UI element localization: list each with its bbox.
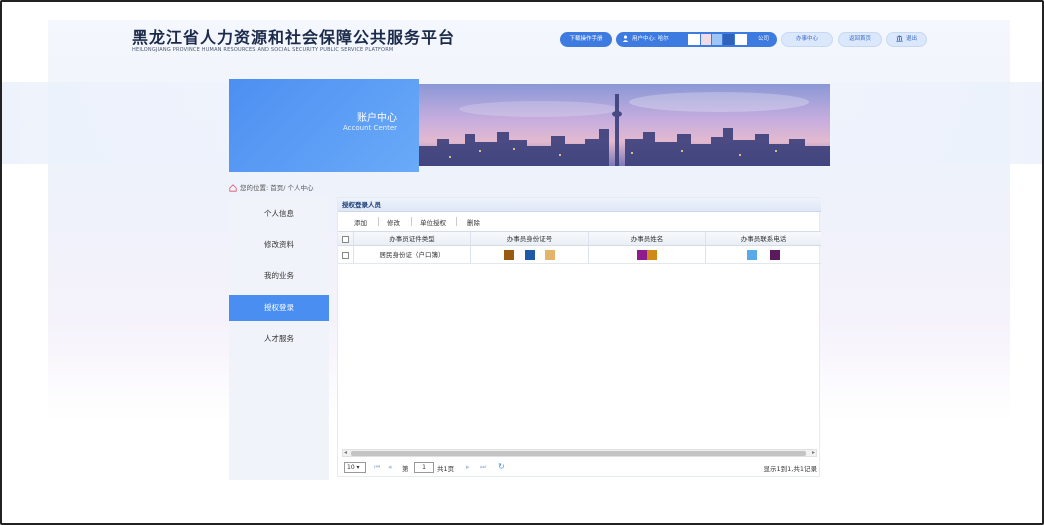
sidebar-item-my-business[interactable]: 我的业务	[229, 263, 329, 289]
scroll-right-icon[interactable]: ▸	[812, 449, 815, 456]
column-header-name[interactable]: 办事员姓名	[589, 232, 706, 245]
column-header-id-number[interactable]: 办事员身份证号	[471, 232, 589, 245]
page-label-pre: 第	[402, 465, 409, 473]
redacted-swatch	[647, 250, 657, 260]
city-skyline-image	[419, 84, 830, 166]
logout-button[interactable]: 退出	[886, 32, 927, 47]
user-center-button[interactable]: 用户中心: 哈尔 公司	[616, 32, 777, 47]
redacted-block	[723, 34, 734, 45]
redacted-swatch	[637, 250, 647, 260]
banner-title-cn: 账户中心	[357, 113, 397, 124]
breadcrumb-text: 您的位置: 首页/ 个人中心	[240, 184, 314, 192]
edit-button[interactable]: 修改	[387, 217, 400, 227]
first-page-icon[interactable]: ⏮	[374, 463, 380, 472]
breadcrumb: 您的位置: 首页/ 个人中心	[229, 182, 314, 192]
bank-icon	[896, 35, 903, 42]
scroll-left-icon[interactable]: ◂	[344, 449, 347, 456]
redacted-block	[701, 34, 711, 45]
toolbar: 添加 修改 单位授权 删除	[338, 215, 821, 227]
select-all-cell	[338, 232, 354, 245]
next-page-icon[interactable]: ▸	[466, 463, 470, 471]
user-center-label: 用户中心: 哈尔	[632, 36, 669, 42]
refresh-icon[interactable]: ↻	[498, 462, 505, 471]
sidebar: 个人信息 修改资料 我的业务 授权登录 人才服务	[229, 197, 329, 480]
page-label-post: 共1页	[437, 465, 455, 473]
sidebar-item-talent-service[interactable]: 人才服务	[229, 326, 329, 352]
prev-page-icon[interactable]: ◂	[388, 463, 392, 471]
back-home-button[interactable]: 返回首页	[838, 32, 882, 47]
company-label: 公司	[757, 36, 769, 42]
logout-label: 退出	[905, 36, 917, 42]
delete-button[interactable]: 删除	[467, 217, 480, 227]
panel-title: 授权登录人员	[338, 198, 821, 212]
redacted-swatch	[769, 250, 780, 260]
user-icon	[622, 35, 629, 42]
cell-phone-redacted	[706, 246, 821, 263]
site-subtitle: HEILONGJIANG PROVINCE HUMAN RESOURCES AN…	[132, 47, 394, 53]
sidebar-item-authorized-login[interactable]: 授权登录	[229, 295, 329, 321]
cell-id-type: 居民身份证（户口簿）	[354, 246, 471, 263]
scrollbar-thumb[interactable]	[351, 451, 806, 456]
pagination-bar: 10 ▾ ⏮ ◂ 第 1 共1页 ▸ ⏭ ↻ 显示1到1,共1记录	[342, 461, 817, 475]
page-size-value: 10	[347, 464, 355, 471]
page-size-select[interactable]: 10 ▾	[344, 462, 366, 473]
sidebar-item-personal-info[interactable]: 个人信息	[229, 201, 329, 227]
horizontal-scrollbar[interactable]: ◂ ▸	[342, 449, 817, 457]
redacted-block	[735, 34, 747, 45]
toolbar-divider	[378, 217, 379, 226]
page-number-input[interactable]: 1	[414, 462, 434, 473]
banner-title-en: Account Center	[343, 124, 398, 132]
cell-id-number-redacted	[471, 246, 589, 263]
site-title: 黑龙江省人力资源和社会保障公共服务平台	[132, 28, 456, 47]
table-row[interactable]: 居民身份证（户口簿）	[338, 246, 821, 264]
cell-name-redacted	[589, 246, 706, 263]
add-button[interactable]: 添加	[354, 217, 367, 227]
column-header-phone[interactable]: 办事员联系电话	[706, 232, 821, 245]
unit-authorize-button[interactable]: 单位授权	[420, 217, 446, 227]
redacted-swatch	[747, 250, 758, 260]
row-checkbox[interactable]	[342, 251, 349, 259]
main-panel: 授权登录人员 添加 修改 单位授权 删除 办事员证件类型 办事员身份证号 办事员…	[337, 197, 821, 477]
sidebar-item-edit-profile[interactable]: 修改资料	[229, 232, 329, 258]
row-select-cell	[338, 246, 354, 263]
redacted-block	[688, 34, 700, 45]
account-center-banner: 账户中心 Account Center	[229, 79, 419, 172]
toolbar-divider	[456, 217, 457, 226]
select-all-checkbox[interactable]	[342, 235, 349, 243]
redacted-swatch	[524, 250, 535, 260]
skyline-illustration	[419, 84, 830, 166]
browser-frame: 黑龙江省人力资源和社会保障公共服务平台 HEILONGJIANG PROVINC…	[0, 0, 1044, 525]
redacted-swatch	[544, 250, 555, 260]
column-header-id-type[interactable]: 办事员证件类型	[354, 232, 471, 245]
toolbar-divider	[411, 217, 412, 226]
download-manual-button[interactable]: 下载操作手册	[560, 32, 612, 47]
last-page-icon[interactable]: ⏭	[480, 463, 486, 472]
record-info: 显示1到1,共1记录	[763, 465, 817, 473]
table-header: 办事员证件类型 办事员身份证号 办事员姓名 办事员联系电话	[338, 231, 821, 246]
redacted-block	[712, 34, 722, 45]
home-icon	[229, 184, 237, 192]
office-center-button[interactable]: 办事中心	[781, 32, 833, 47]
redacted-swatch	[504, 250, 515, 260]
